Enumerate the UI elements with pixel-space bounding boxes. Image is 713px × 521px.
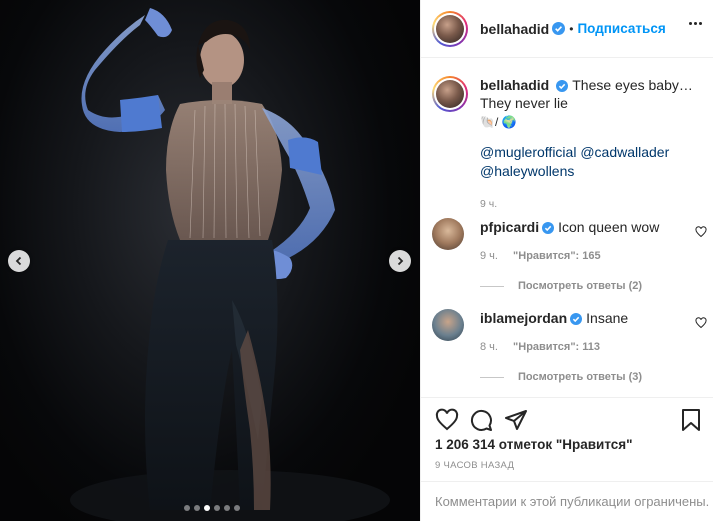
pagination-dot xyxy=(224,505,230,511)
comment-time[interactable]: 9 ч. xyxy=(480,250,498,262)
verified-badge-icon xyxy=(556,80,569,92)
pagination-dot xyxy=(234,505,240,511)
heart-icon[interactable] xyxy=(435,408,459,432)
comment-likes[interactable]: "Нравится": 113 xyxy=(513,341,600,353)
view-replies-label: Посмотреть ответы (3) xyxy=(518,371,643,383)
prev-photo-button[interactable] xyxy=(8,250,30,272)
pagination-dot xyxy=(194,505,200,511)
model-illustration xyxy=(70,8,390,521)
caption-text-line1: These eyes baby… xyxy=(572,77,693,93)
comment-item: pfpicardi Icon queen wow 9 ч. "Нравится":… xyxy=(432,218,707,292)
comment-likes[interactable]: "Нравится": 165 xyxy=(513,250,601,262)
comment-text: Icon queen wow xyxy=(558,219,660,235)
verified-badge-icon xyxy=(570,313,583,325)
view-replies-button[interactable]: Посмотреть ответы (2) xyxy=(480,280,707,292)
commenter-username[interactable]: pfpicardi xyxy=(480,219,539,235)
comment-item: iblamejordan Insane 8 ч. "Нравится": 113 … xyxy=(432,309,707,383)
likes-count[interactable]: 1 206 314 отметок "Нравится" xyxy=(435,437,633,452)
comment-icon[interactable] xyxy=(469,408,493,432)
chevron-left-icon xyxy=(15,256,22,266)
verified-badge-icon xyxy=(552,22,566,35)
caption-avatar[interactable] xyxy=(432,76,468,112)
pagination-dot xyxy=(184,505,190,511)
comments-limited-notice: Комментарии к этой публикации ограничены… xyxy=(421,481,713,521)
commenter-avatar[interactable] xyxy=(432,218,464,250)
comment-text: Insane xyxy=(586,310,629,326)
pagination-dot xyxy=(214,505,220,511)
photo-pagination-dots xyxy=(184,505,240,511)
caption-emoji-line: 🐚/ 🌍 xyxy=(480,115,517,129)
post-timestamp[interactable]: 9 ЧАСОВ НАЗАД xyxy=(435,460,514,471)
caption-mentions: @muglerofficial @cadwallader @haleywolle… xyxy=(480,143,707,181)
more-options-button[interactable] xyxy=(689,22,702,25)
pagination-dot-active xyxy=(204,505,210,511)
paper-plane-icon[interactable] xyxy=(504,408,528,432)
caption-text-line2: They never lie xyxy=(480,95,568,111)
comment-like-heart-icon[interactable] xyxy=(695,226,707,238)
commenter-username[interactable]: iblamejordan xyxy=(480,310,567,326)
view-replies-button[interactable]: Посмотреть ответы (3) xyxy=(480,371,707,383)
mention-link[interactable]: @muglerofficial xyxy=(480,144,576,160)
mention-link[interactable]: @haleywollens xyxy=(480,163,574,179)
post-header: bellahadid • Подписаться xyxy=(421,0,713,58)
caption-time[interactable]: 9 ч. xyxy=(480,195,707,213)
comment-like-heart-icon[interactable] xyxy=(695,317,707,329)
caption-username[interactable]: bellahadid xyxy=(480,77,549,93)
mention-link[interactable]: @cadwallader xyxy=(580,144,669,160)
next-photo-button[interactable] xyxy=(389,250,411,272)
post-caption: bellahadid These eyes baby… They never li… xyxy=(432,76,707,213)
verified-badge-icon xyxy=(542,222,555,234)
chevron-right-icon xyxy=(397,256,404,266)
post-side-panel: bellahadid • Подписаться bellahadid These… xyxy=(420,0,713,521)
header-separator: • xyxy=(569,21,574,36)
author-avatar[interactable] xyxy=(432,10,468,47)
commenter-avatar[interactable] xyxy=(432,309,464,341)
view-replies-label: Посмотреть ответы (2) xyxy=(518,280,643,292)
post-photo[interactable] xyxy=(0,0,420,521)
more-horizontal-icon xyxy=(689,22,692,25)
comment-time[interactable]: 8 ч. xyxy=(480,341,498,353)
author-username[interactable]: bellahadid xyxy=(480,21,549,37)
follow-button[interactable]: Подписаться xyxy=(577,21,665,36)
bookmark-icon[interactable] xyxy=(680,408,702,432)
